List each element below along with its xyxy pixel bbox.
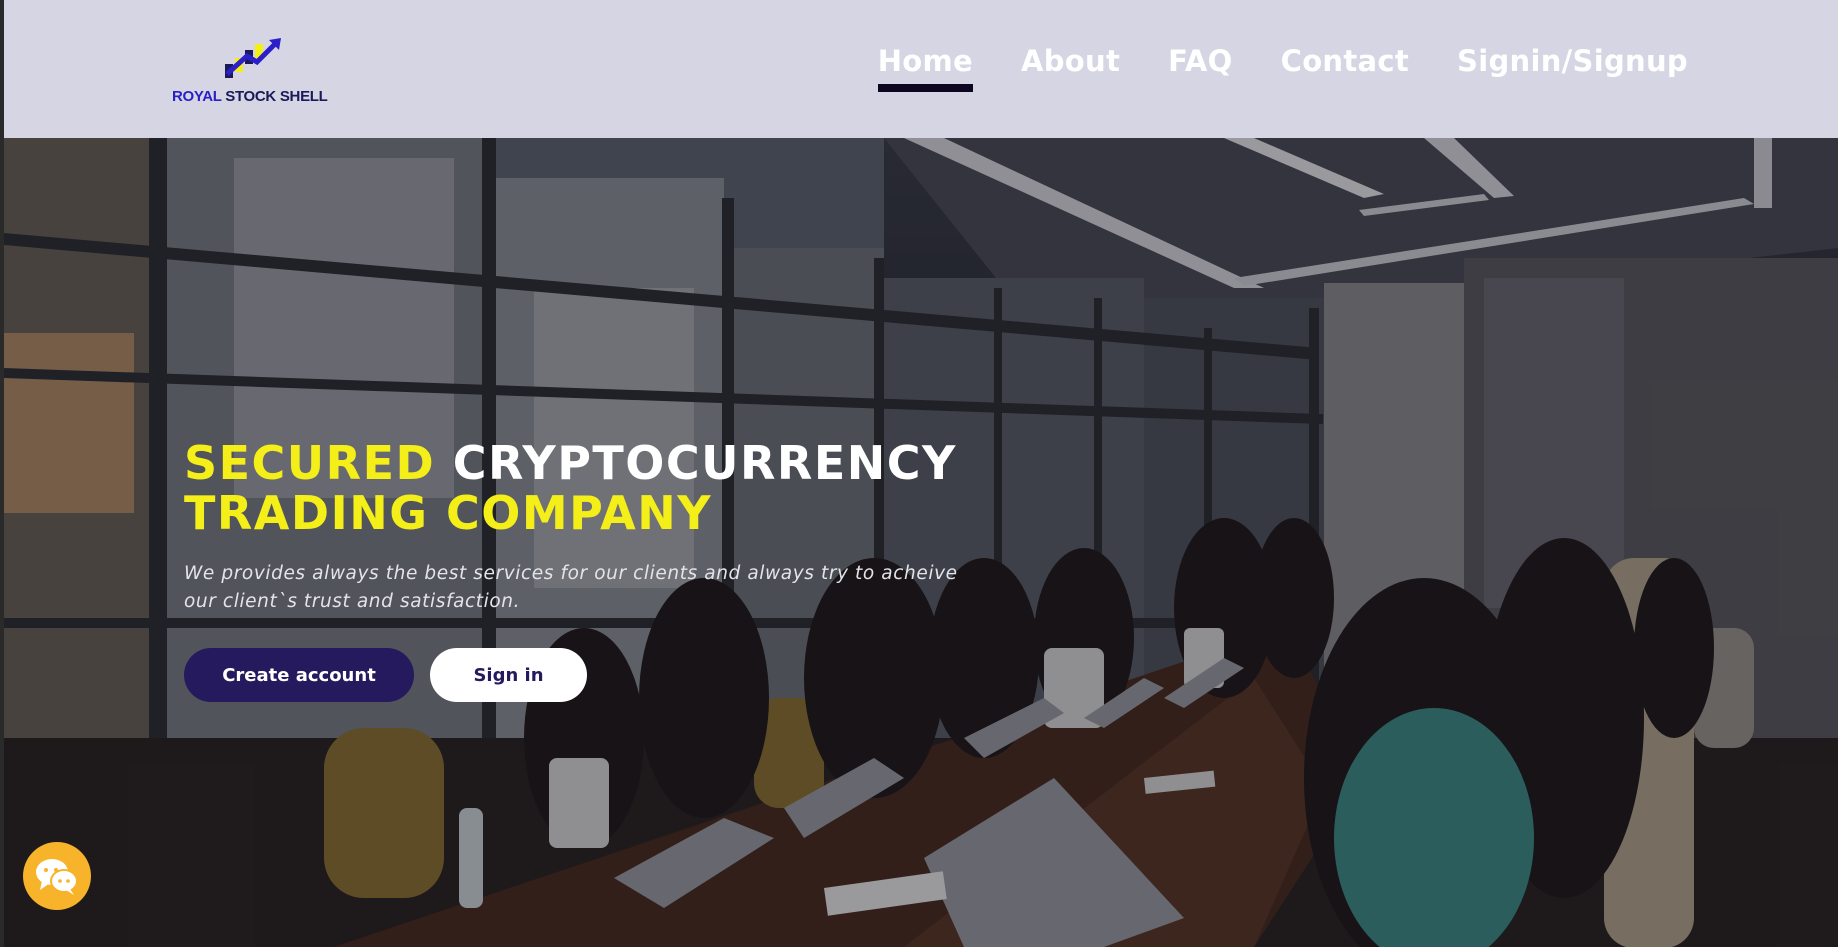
headline-cryptocurrency: CRYPTOCURRENCY <box>452 436 957 490</box>
create-account-button[interactable]: Create account <box>184 648 414 702</box>
nav-about[interactable]: About <box>1021 44 1120 78</box>
nav-signin-signup[interactable]: Signin/Signup <box>1457 44 1688 78</box>
rising-bars-arrow-icon <box>225 38 281 78</box>
hero-buttons: Create account Sign in <box>184 648 1004 702</box>
brand-logo[interactable]: ROYAL STOCK SHELL <box>168 38 338 108</box>
site-header: ROYAL STOCK SHELL Home About FAQ Contact… <box>4 0 1838 138</box>
main-nav: Home About FAQ Contact Signin/Signup <box>830 44 1688 92</box>
hero-section: SECURED CRYPTOCURRENCY TRADING COMPANY W… <box>4 138 1838 947</box>
chat-bubbles-icon <box>36 859 78 895</box>
left-edge <box>0 0 4 947</box>
nav-contact[interactable]: Contact <box>1281 44 1409 78</box>
headline-secured: SECURED <box>184 436 436 490</box>
chat-widget-button[interactable] <box>23 842 91 910</box>
hero-subtext: We provides always the best services for… <box>184 563 958 612</box>
headline-trading-company: TRADING COMPANY <box>184 486 713 540</box>
nav-home[interactable]: Home <box>877 44 974 92</box>
hero-content: SECURED CRYPTOCURRENCY TRADING COMPANY W… <box>184 438 1004 702</box>
nav-faq[interactable]: FAQ <box>1168 44 1232 78</box>
brand-name: ROYAL STOCK SHELL <box>172 88 328 105</box>
hero-headline: SECURED CRYPTOCURRENCY TRADING COMPANY <box>184 438 1004 538</box>
sign-in-button[interactable]: Sign in <box>430 648 587 702</box>
